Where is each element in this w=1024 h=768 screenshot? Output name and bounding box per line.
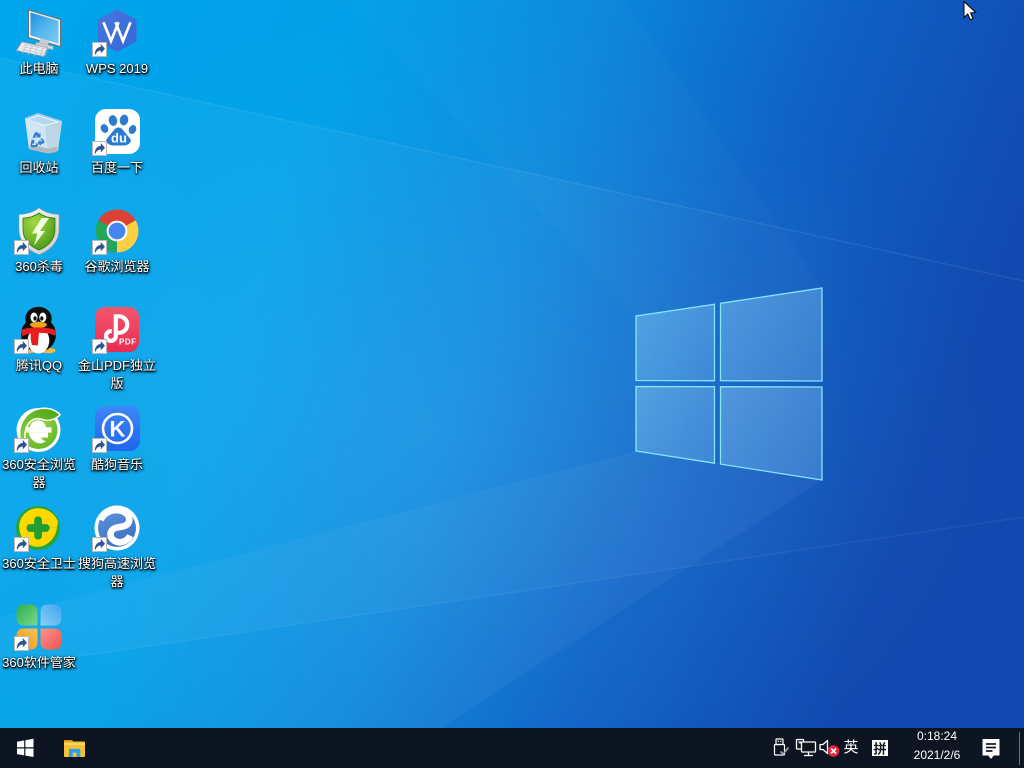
svg-text:K: K	[110, 417, 126, 442]
svg-text:拼: 拼	[873, 742, 886, 757]
svg-text:PDF: PDF	[119, 338, 137, 347]
svg-text:du: du	[111, 131, 127, 146]
